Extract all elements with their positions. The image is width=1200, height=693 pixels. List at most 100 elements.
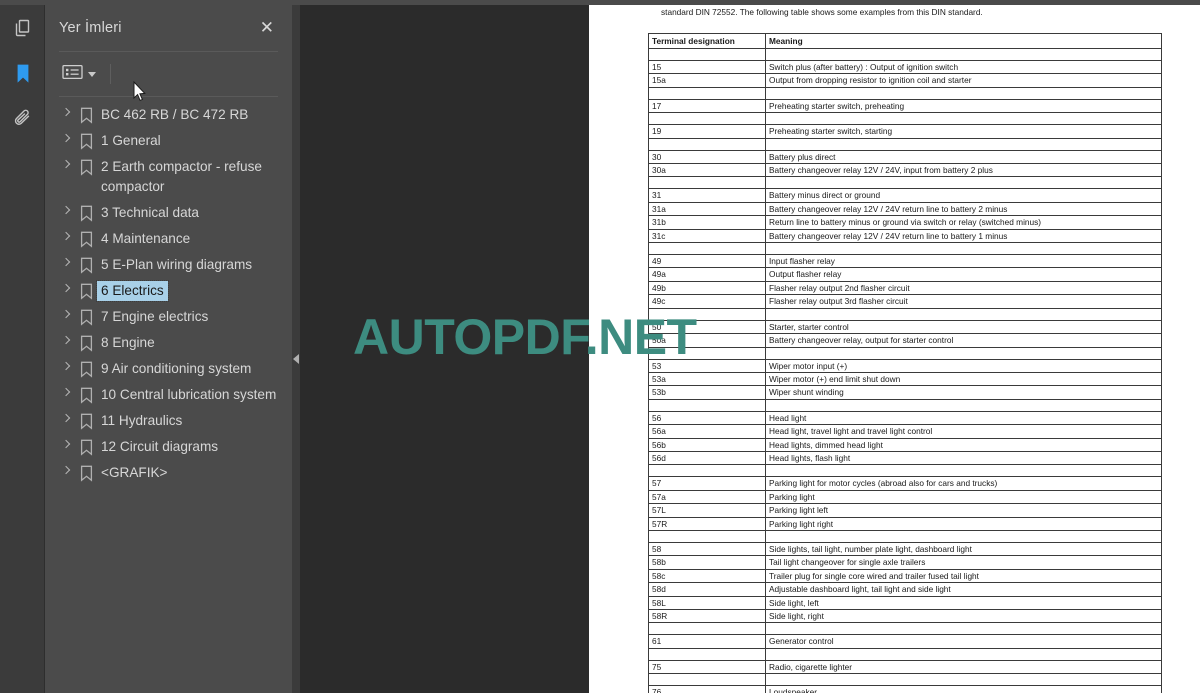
chevron-right-icon[interactable] xyxy=(57,203,75,215)
chevron-right-icon[interactable] xyxy=(57,333,75,345)
cell-designation: 58L xyxy=(648,595,766,611)
table-cell xyxy=(648,242,766,256)
bookmark-icon xyxy=(75,229,97,248)
chevron-right-icon[interactable] xyxy=(57,105,75,117)
cell-designation: 49a xyxy=(648,267,766,282)
cell-meaning: Flasher relay output 3rd flasher circuit xyxy=(765,294,1162,309)
collapse-panel-button[interactable] xyxy=(292,347,300,371)
bookmark-item[interactable]: 6 Electrics xyxy=(45,278,292,304)
bookmark-item[interactable]: 4 Maintenance xyxy=(45,226,292,252)
table-spacer-row xyxy=(648,464,1162,478)
table-cell xyxy=(765,622,1162,636)
bookmark-item[interactable]: 7 Engine electrics xyxy=(45,304,292,330)
bookmark-item[interactable]: 8 Engine xyxy=(45,330,292,356)
table-row: 76 Loudspeaker xyxy=(648,685,1162,693)
cell-designation: 58b xyxy=(648,555,766,570)
bookmark-item-label: 1 General xyxy=(101,133,161,148)
page-thumbnails-icon[interactable] xyxy=(0,5,45,50)
cell-meaning: Battery changeover relay, output for sta… xyxy=(765,333,1162,348)
listview-options-button[interactable] xyxy=(59,61,98,88)
bookmark-item-label: 8 Engine xyxy=(101,335,155,350)
cell-designation: 57L xyxy=(648,503,766,518)
table-row: 56 Head light xyxy=(648,410,1162,426)
cell-designation: 49c xyxy=(648,294,766,309)
bookmark-item[interactable]: <GRAFIK> xyxy=(45,460,292,486)
chevron-right-icon[interactable] xyxy=(57,307,75,319)
table-spacer-row xyxy=(648,112,1162,126)
bookmark-item[interactable]: 1 General xyxy=(45,128,292,154)
cell-meaning: Parking light right xyxy=(765,516,1162,531)
chevron-right-icon[interactable] xyxy=(57,411,75,423)
cell-designation: 75 xyxy=(648,659,766,675)
bookmarks-tree[interactable]: BC 462 RB / BC 472 RB 1 General 2 Earth co… xyxy=(45,96,292,693)
cell-meaning: Parking light left xyxy=(765,503,1162,518)
cell-meaning: Radio, cigarette lighter xyxy=(765,659,1162,675)
chevron-right-icon[interactable] xyxy=(57,385,75,397)
page-intro-text: standard DIN 72552. The following table … xyxy=(661,7,983,17)
bookmark-item-label: 5 E-Plan wiring diagrams xyxy=(101,257,253,272)
table-row: 31 Battery minus direct or ground xyxy=(648,188,1162,203)
cell-meaning: Battery changeover relay 12V / 24V retur… xyxy=(765,228,1162,244)
table-cell xyxy=(765,48,1162,61)
bookmark-item[interactable]: 5 E-Plan wiring diagrams xyxy=(45,252,292,278)
chevron-right-icon[interactable] xyxy=(57,437,75,449)
cell-meaning: Tail light changeover for single axle tr… xyxy=(765,555,1162,570)
table-spacer-row xyxy=(648,86,1162,100)
bookmark-item[interactable]: BC 462 RB / BC 472 RB xyxy=(45,102,292,128)
table-cell xyxy=(648,673,766,687)
table-row: 17 Preheating starter switch, preheating xyxy=(648,98,1162,114)
bookmark-item[interactable]: 11 Hydraulics xyxy=(45,408,292,434)
cell-designation: 57a xyxy=(648,489,766,505)
bookmark-item-label: 3 Technical data xyxy=(101,205,199,220)
table-row: 75 Radio, cigarette lighter xyxy=(648,659,1162,675)
attachments-icon[interactable] xyxy=(0,95,45,140)
table-row: 50 Starter, starter control xyxy=(648,319,1162,335)
cell-designation: 30a xyxy=(648,163,766,178)
table-row: 53b Wiper shunt winding xyxy=(648,385,1162,400)
chevron-right-icon[interactable] xyxy=(57,229,75,241)
cell-meaning: Flasher relay output 2nd flasher circuit xyxy=(765,280,1162,296)
bookmark-item-label: 11 Hydraulics xyxy=(101,413,183,428)
cell-meaning: Wiper motor input (+) xyxy=(765,358,1162,373)
bookmark-icon xyxy=(75,463,97,482)
toolbar-separator xyxy=(110,64,111,84)
chevron-right-icon[interactable] xyxy=(57,359,75,371)
cell-meaning: Starter, starter control xyxy=(765,319,1162,335)
bookmarks-panel-header: Yer İmleri ✕ xyxy=(45,5,292,51)
chevron-right-icon[interactable] xyxy=(57,255,75,267)
close-icon[interactable]: ✕ xyxy=(256,18,278,39)
bookmark-item-label: 10 Central lubrication system xyxy=(101,387,277,402)
bookmark-item[interactable]: 12 Circuit diagrams xyxy=(45,434,292,460)
bookmark-item[interactable]: 10 Central lubrication system xyxy=(45,382,292,408)
table-header-row: Terminal designation Meaning xyxy=(648,33,1162,49)
table-row: 50a Battery changeover relay, output for … xyxy=(648,333,1162,348)
table-row: 57 Parking light for motor cycles (abroad… xyxy=(648,476,1162,491)
bookmarks-icon[interactable] xyxy=(0,50,45,95)
table-spacer-row xyxy=(648,529,1162,543)
bookmark-icon xyxy=(75,157,97,176)
bookmark-icon xyxy=(75,105,97,124)
bookmark-item[interactable]: 9 Air conditioning system xyxy=(45,356,292,382)
table-row: 30 Battery plus direct xyxy=(648,149,1162,165)
table-spacer-row xyxy=(648,673,1162,687)
cell-designation: 56b xyxy=(648,437,766,452)
list-view-icon xyxy=(62,64,83,85)
bookmark-item[interactable]: 2 Earth compactor - refuse compactor xyxy=(45,154,292,200)
cell-meaning: Wiper motor (+) end limit shut down xyxy=(765,371,1162,387)
bookmark-icon xyxy=(75,359,97,378)
chevron-right-icon[interactable] xyxy=(57,281,75,293)
chevron-right-icon[interactable] xyxy=(57,463,75,475)
table-row: 58 Side lights, tail light, number plate … xyxy=(648,541,1162,557)
cell-meaning: Adjustable dashboard light, tail light a… xyxy=(765,582,1162,597)
cell-meaning: Side light, left xyxy=(765,595,1162,611)
table-row: 15a Output from dropping resistor to igni… xyxy=(648,73,1162,88)
table-row: 49a Output flasher relay xyxy=(648,267,1162,282)
cell-designation: 15a xyxy=(648,73,766,88)
bookmark-item[interactable]: 3 Technical data xyxy=(45,200,292,226)
cell-designation: 31b xyxy=(648,215,766,230)
chevron-right-icon[interactable] xyxy=(57,157,75,169)
bookmarks-panel-title: Yer İmleri xyxy=(59,20,122,36)
chevron-right-icon[interactable] xyxy=(57,131,75,143)
table-cell xyxy=(765,137,1162,151)
table-row: 49c Flasher relay output 3rd flasher circ… xyxy=(648,294,1162,309)
